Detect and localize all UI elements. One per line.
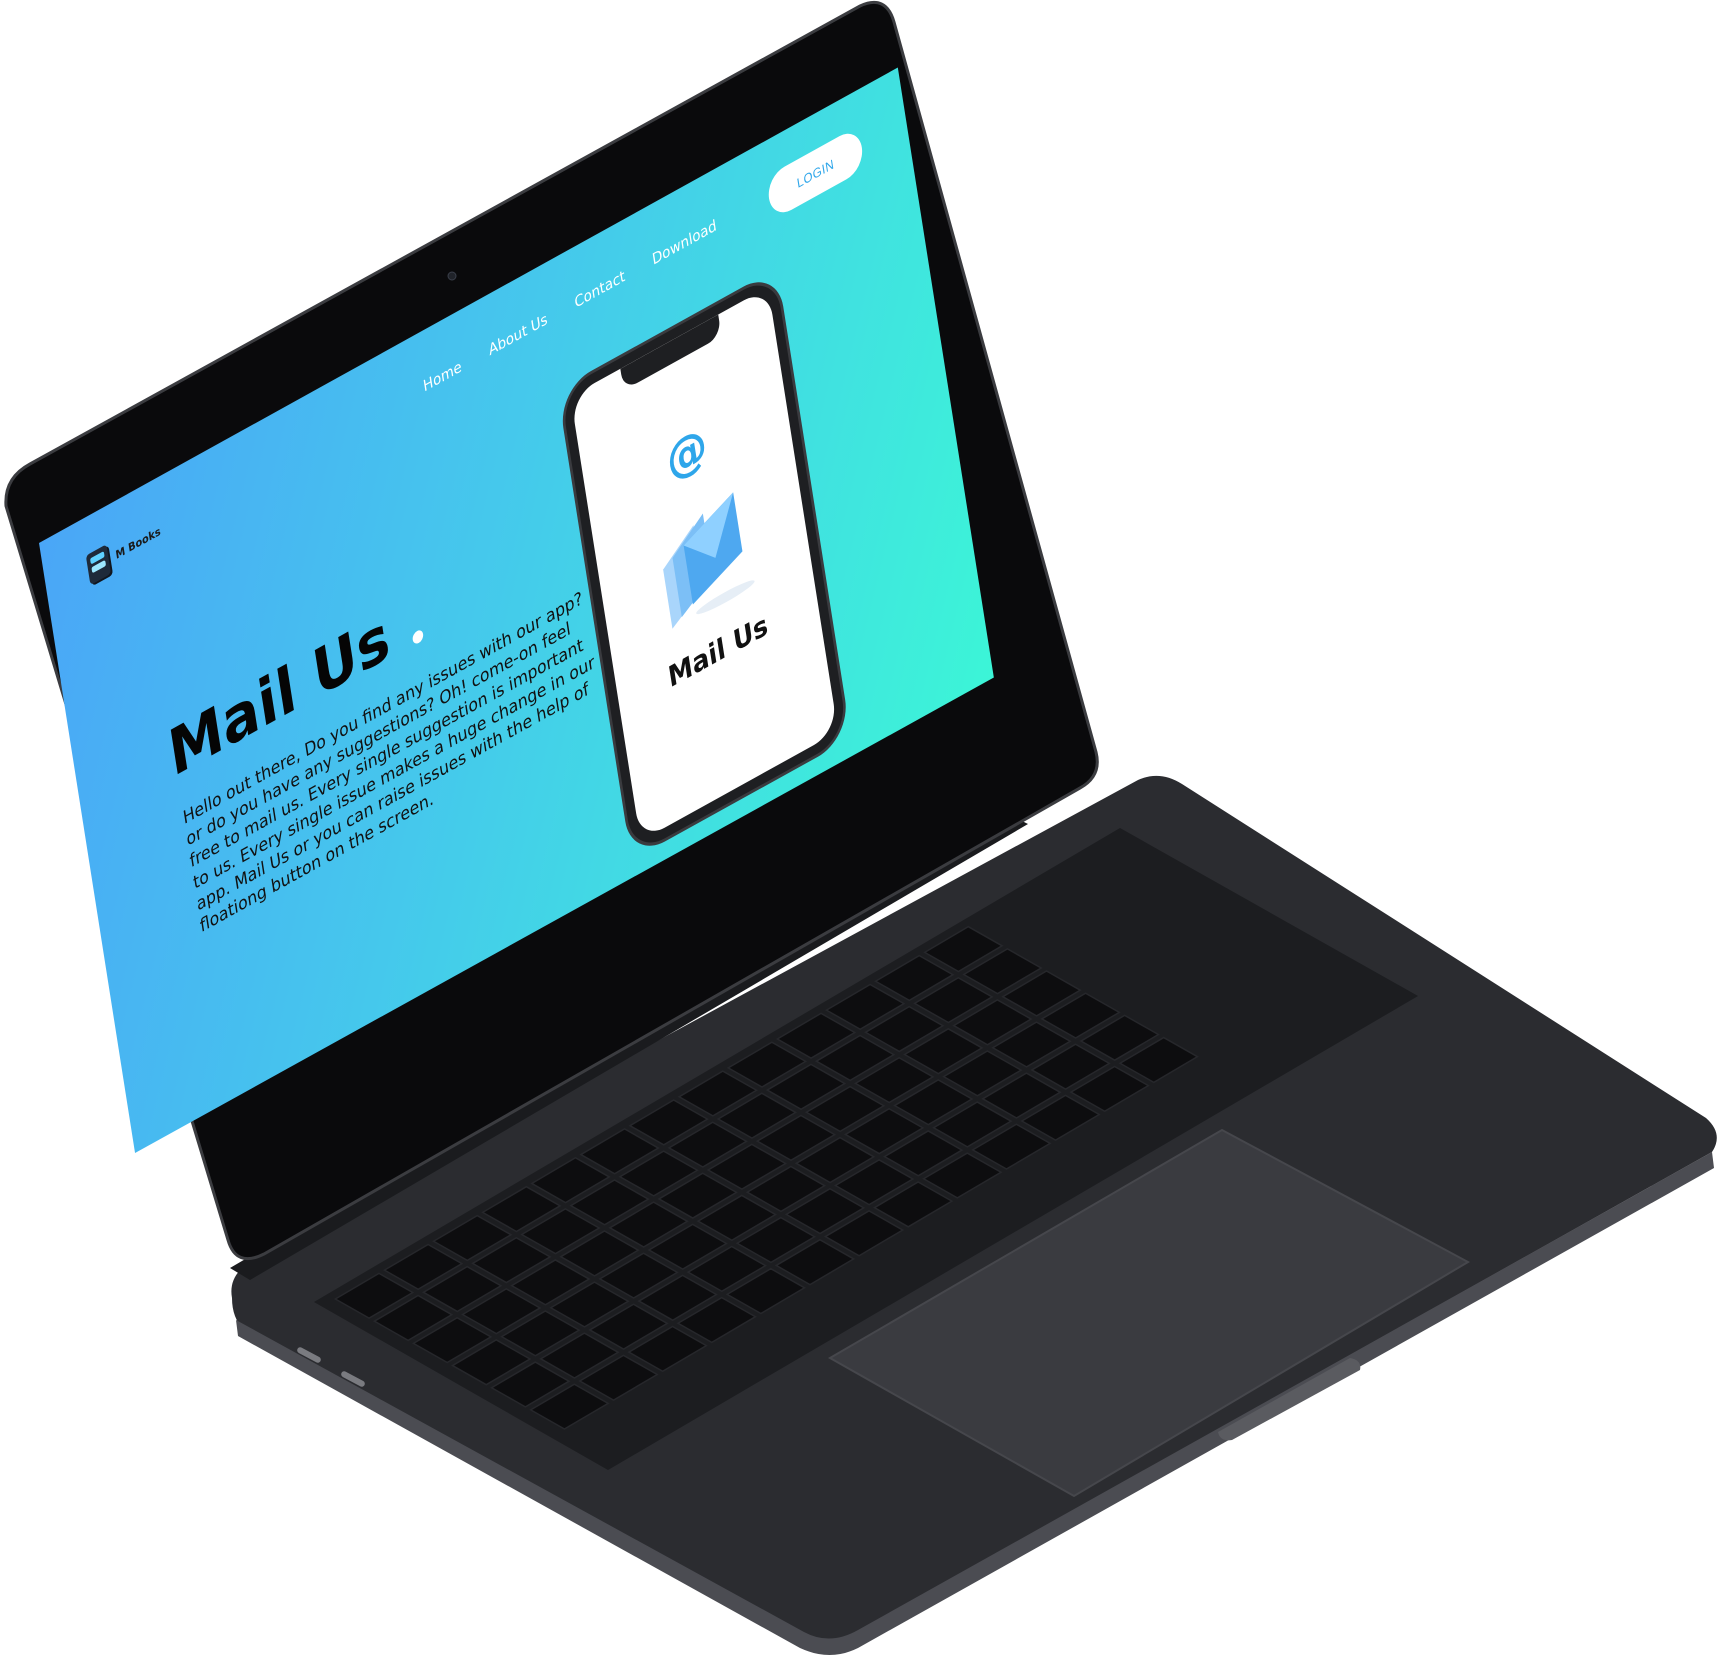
- nav-home[interactable]: Home: [422, 357, 463, 396]
- phone-mockup: @ Mail Us: [560, 272, 849, 856]
- at-sign-icon: @: [662, 415, 711, 491]
- login-button[interactable]: LOGIN: [765, 125, 866, 221]
- laptop-mockup-scene: M Books Home About Us Contact Download L…: [0, 0, 1724, 1663]
- webcam: [447, 271, 457, 281]
- nav-about-us[interactable]: About Us: [487, 309, 548, 359]
- brand-logo[interactable]: M Books: [85, 516, 163, 586]
- phone-notch: [620, 314, 722, 391]
- phone-screen: @ Mail Us: [570, 286, 839, 842]
- nav-contact[interactable]: Contact: [573, 266, 626, 311]
- brand-name: M Books: [114, 523, 162, 562]
- phone-app-icon: [85, 544, 112, 586]
- hero-title-dot: [411, 628, 425, 646]
- nav-download[interactable]: Download: [651, 216, 718, 269]
- hero-description: Hello out there, Do you find any issues …: [181, 588, 596, 938]
